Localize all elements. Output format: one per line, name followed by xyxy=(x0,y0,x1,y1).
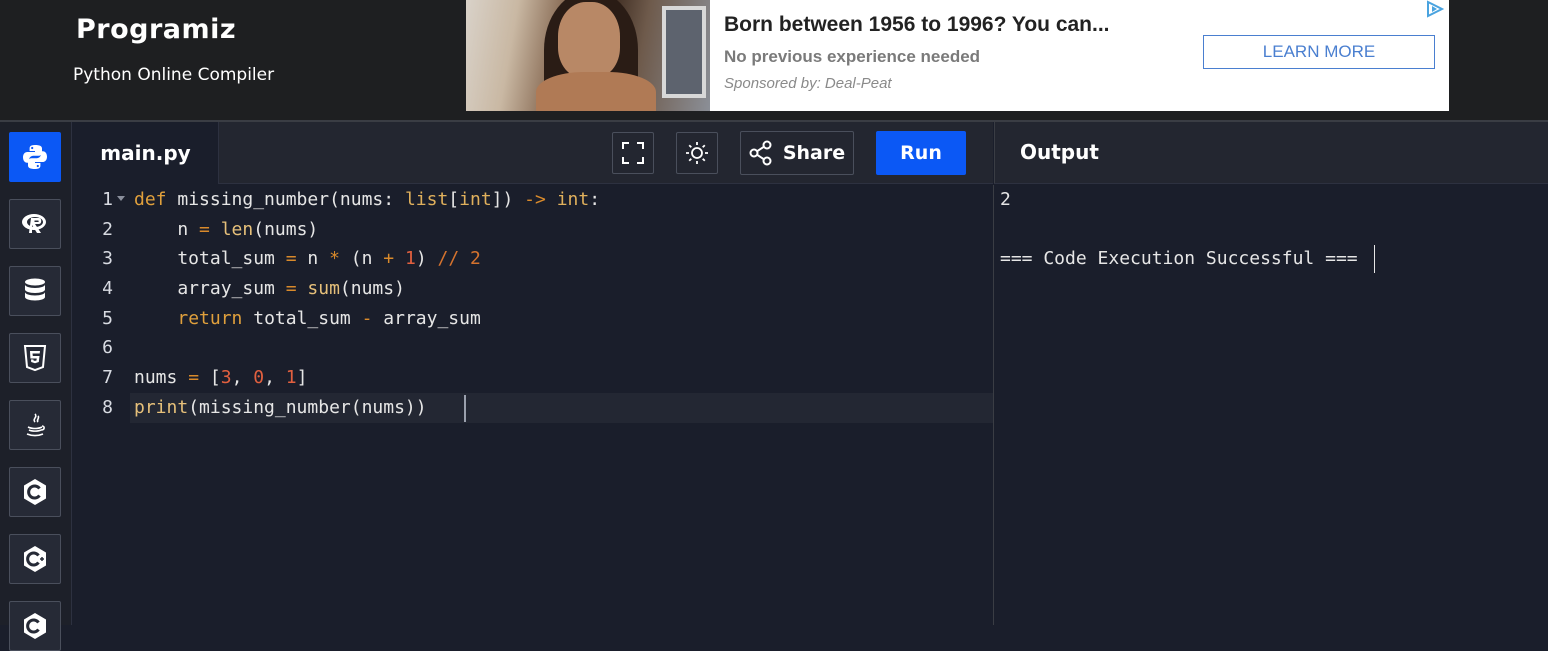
output-header: Output xyxy=(994,122,1548,184)
line-number: 4 xyxy=(102,278,113,299)
line-number: 8 xyxy=(102,397,113,418)
html5-icon xyxy=(23,345,47,372)
code-line[interactable]: array_sum = sum(nums) xyxy=(134,274,405,304)
sidebar-item-csharp[interactable] xyxy=(9,601,61,651)
programiz-logo[interactable]: Programiz xyxy=(76,14,236,45)
line-number: 1 xyxy=(102,189,113,210)
sidebar-item-sql[interactable] xyxy=(9,266,61,316)
ad-sponsor: Sponsored by: Deal-Peat xyxy=(724,75,892,92)
share-label: Share xyxy=(782,142,846,164)
line-number: 5 xyxy=(102,308,113,329)
ad-image-window xyxy=(662,6,706,98)
ad-image-shirt xyxy=(536,72,656,111)
cpp-icon xyxy=(24,546,46,572)
database-icon xyxy=(25,278,45,301)
sidebar-item-java[interactable] xyxy=(9,400,61,450)
line-number: 3 xyxy=(102,248,113,269)
line-number: 6 xyxy=(102,337,113,358)
code-line[interactable]: total_sum = n * (n + 1) // 2 xyxy=(134,244,481,274)
line-number: 2 xyxy=(102,219,113,240)
language-sidebar xyxy=(0,122,72,651)
ad-title[interactable]: Born between 1956 to 1996? You can... xyxy=(724,13,1110,37)
output-cursor xyxy=(1374,245,1375,273)
sidebar-item-c[interactable] xyxy=(9,467,61,517)
c-icon xyxy=(24,479,46,505)
code-line[interactable]: nums = [3, 0, 1] xyxy=(134,363,307,393)
sun-icon xyxy=(686,142,708,164)
r-icon xyxy=(22,214,46,233)
code-line[interactable]: n = len(nums) xyxy=(134,215,318,245)
share-button[interactable]: Share xyxy=(740,131,854,175)
java-icon xyxy=(26,413,45,437)
ad-banner[interactable]: Born between 1956 to 1996? You can... No… xyxy=(466,0,1449,111)
python-icon xyxy=(23,145,47,169)
learn-more-button[interactable]: LEARN MORE xyxy=(1203,35,1435,69)
line-number: 7 xyxy=(102,367,113,388)
ad-image-face xyxy=(558,2,620,78)
fullscreen-button[interactable] xyxy=(612,132,654,174)
line-number-gutter: 1 2 3 4 5 6 7 8 xyxy=(73,185,131,625)
sidebar-item-cpp[interactable] xyxy=(9,534,61,584)
code-editor[interactable]: 1 2 3 4 5 6 7 8 def missing_number(nums:… xyxy=(73,185,993,625)
text-cursor xyxy=(464,395,466,422)
fold-arrow-icon[interactable] xyxy=(117,196,125,201)
fullscreen-icon xyxy=(622,142,644,164)
adchoices-icon[interactable] xyxy=(1424,0,1446,18)
code-line[interactable]: def missing_number(nums: list[int]) -> i… xyxy=(134,185,600,215)
sidebar-item-python[interactable] xyxy=(9,132,61,182)
page-subtitle: Python Online Compiler xyxy=(73,65,275,85)
tab-main-py[interactable]: main.py xyxy=(73,122,219,184)
sidebar-item-html[interactable] xyxy=(9,333,61,383)
theme-toggle-button[interactable] xyxy=(676,132,718,174)
code-line[interactable]: print(missing_number(nums)) xyxy=(134,393,427,423)
editor-toolbar: main.py Share Run xyxy=(73,122,993,184)
output-console[interactable]: 2 === Code Execution Successful === xyxy=(993,185,1548,625)
csharp-icon xyxy=(24,613,46,639)
output-line: === Code Execution Successful === xyxy=(1000,248,1358,269)
run-button[interactable]: Run xyxy=(876,131,966,175)
sidebar-item-r[interactable] xyxy=(9,199,61,249)
output-title: Output xyxy=(1020,140,1099,164)
share-icon xyxy=(749,140,772,166)
ad-subtitle: No previous experience needed xyxy=(724,47,981,66)
code-line[interactable]: return total_sum - array_sum xyxy=(134,304,480,334)
output-line: 2 xyxy=(1000,189,1011,210)
ad-image[interactable] xyxy=(466,0,710,111)
